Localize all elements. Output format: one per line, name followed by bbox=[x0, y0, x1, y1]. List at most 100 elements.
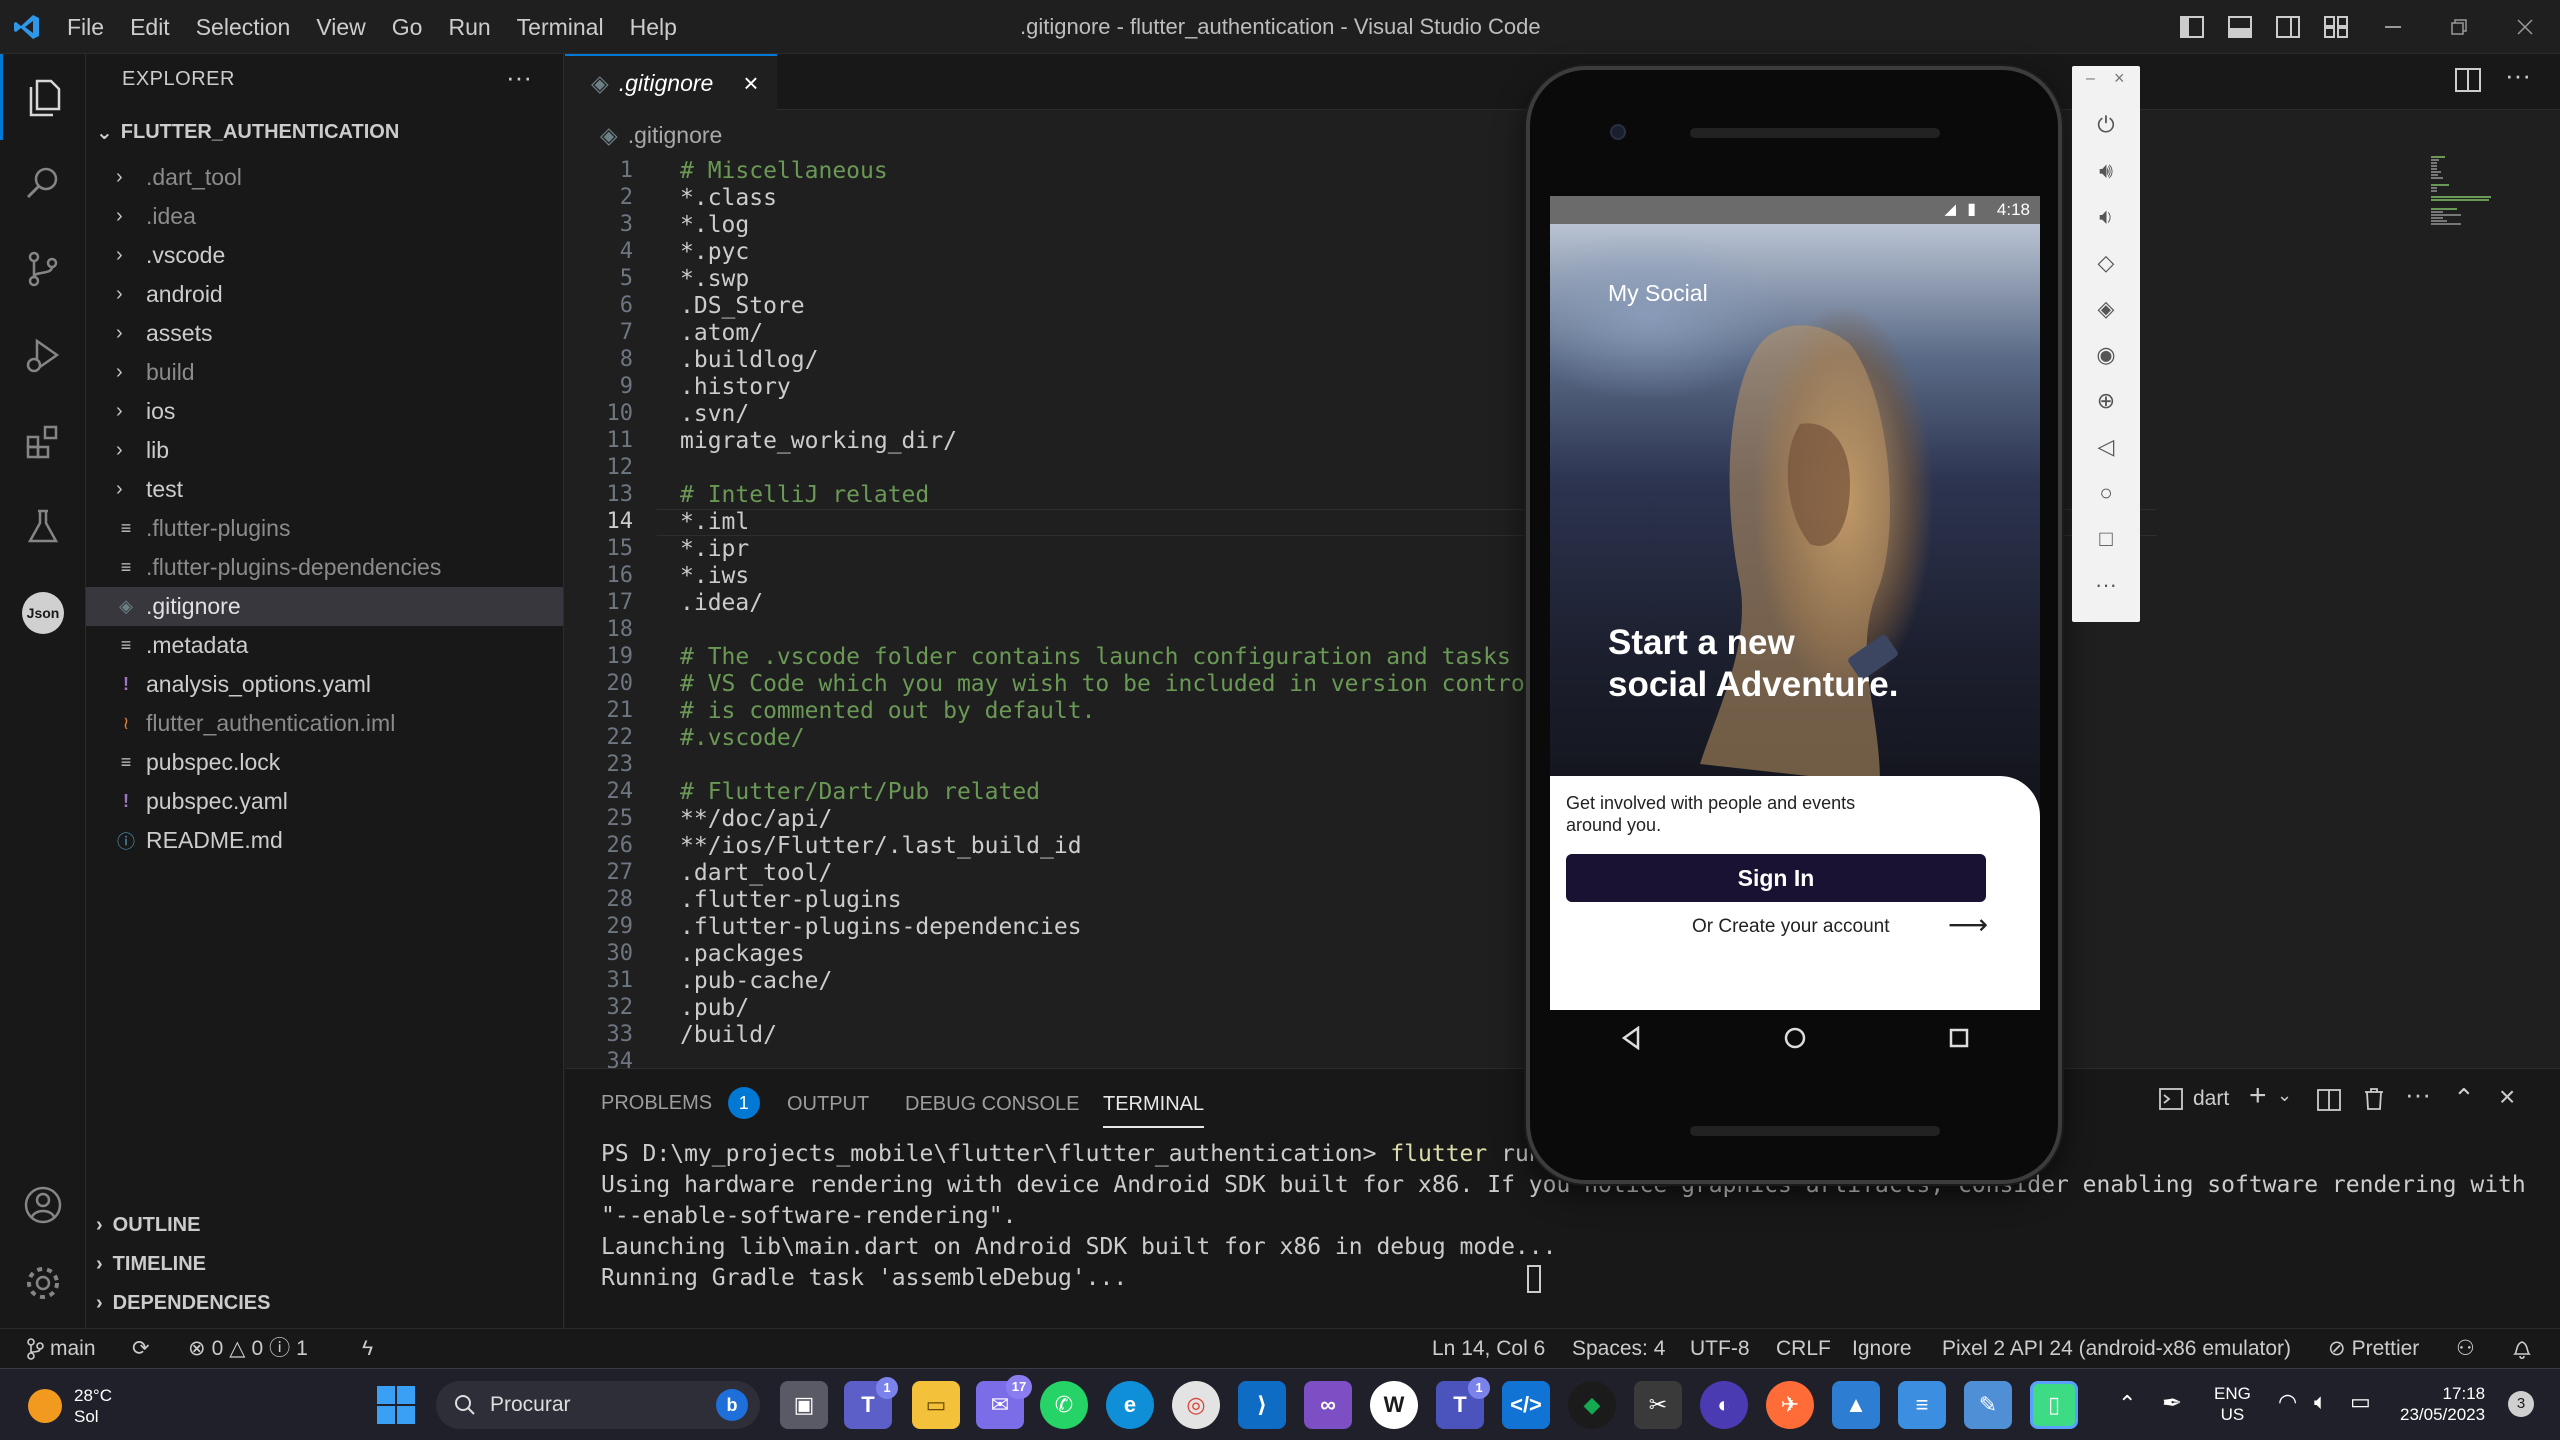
taskbar-search[interactable]: Procurar b bbox=[436, 1381, 760, 1429]
editor-more-icon[interactable]: ··· bbox=[2505, 60, 2531, 91]
tree-file-analysis-options[interactable]: ! analysis_options.yaml bbox=[86, 665, 563, 704]
tree-file-iml[interactable]: ≀ flutter_authentication.iml bbox=[86, 704, 563, 743]
notifications-bell-icon[interactable] bbox=[2512, 1329, 2532, 1369]
notification-count-badge[interactable]: 3 bbox=[2508, 1391, 2534, 1417]
weather-widget[interactable]: 28°C Sol bbox=[28, 1385, 112, 1427]
search-icon[interactable] bbox=[0, 140, 86, 226]
tree-file-flutter-plugins-dependencies[interactable]: ≡ .flutter-plugins-dependencies bbox=[86, 548, 563, 587]
timeline-section[interactable]: › TIMELINE bbox=[96, 1253, 206, 1276]
android-studio-emulator-icon[interactable]: ▯ bbox=[2030, 1381, 2078, 1429]
minimize-icon[interactable] bbox=[2360, 0, 2426, 54]
chevron-down-icon[interactable]: ⌄ bbox=[2277, 1085, 2292, 1106]
notepad-icon[interactable]: ≡ bbox=[1898, 1381, 1946, 1429]
edge-icon[interactable]: e bbox=[1106, 1381, 1154, 1429]
emu-back-icon[interactable]: ◁ bbox=[2072, 424, 2140, 470]
postman-icon[interactable]: ✈ bbox=[1766, 1381, 1814, 1429]
menu-view[interactable]: View bbox=[303, 0, 378, 54]
menu-terminal[interactable]: Terminal bbox=[504, 0, 617, 54]
sync-icon[interactable]: ⟳ bbox=[132, 1329, 150, 1369]
restore-icon[interactable] bbox=[2426, 0, 2492, 54]
snipping-tool-icon[interactable]: ✂ bbox=[1634, 1381, 1682, 1429]
terminal-instance-selector[interactable]: dart bbox=[2159, 1087, 2229, 1111]
menu-edit[interactable]: Edit bbox=[117, 0, 183, 54]
clock[interactable]: 17:18 23/05/2023 bbox=[2400, 1383, 2485, 1425]
json-extension-icon[interactable]: Json bbox=[0, 570, 86, 656]
tree-file-flutter-plugins[interactable]: ≡ .flutter-plugins bbox=[86, 509, 563, 548]
menu-selection[interactable]: Selection bbox=[183, 0, 304, 54]
toggle-primary-sidebar-icon[interactable] bbox=[2168, 0, 2216, 54]
accounts-icon[interactable] bbox=[0, 1162, 86, 1248]
task-view-icon[interactable]: ▣ bbox=[780, 1381, 828, 1429]
visual-studio-icon[interactable]: ∞ bbox=[1304, 1381, 1352, 1429]
emulator-close-icon[interactable]: × bbox=[2114, 68, 2125, 89]
tree-folder-build[interactable]: › build bbox=[86, 353, 563, 392]
tree-folder-ios[interactable]: › ios bbox=[86, 392, 563, 431]
encoding[interactable]: UTF-8 bbox=[1690, 1329, 1750, 1369]
emulator-minimize-icon[interactable]: – bbox=[2086, 70, 2095, 88]
tree-folder-dart-tool[interactable]: › .dart_tool bbox=[86, 158, 563, 197]
tree-folder-vscode[interactable]: › .vscode bbox=[86, 236, 563, 275]
tab-debug-console[interactable]: DEBUG CONSOLE bbox=[905, 1093, 1079, 1116]
split-terminal-icon[interactable] bbox=[2317, 1089, 2341, 1116]
testing-flask-icon[interactable] bbox=[0, 484, 86, 570]
minimap[interactable] bbox=[2423, 150, 2543, 250]
mongodb-compass-icon[interactable]: ◆ bbox=[1568, 1381, 1616, 1429]
wps-icon[interactable]: W bbox=[1370, 1381, 1418, 1429]
battery-tray-icon[interactable]: ▭ bbox=[2350, 1389, 2371, 1415]
tree-file-gitignore[interactable]: ◈ .gitignore bbox=[86, 587, 563, 626]
new-terminal-icon[interactable]: + bbox=[2249, 1079, 2267, 1113]
source-control-icon[interactable] bbox=[0, 226, 86, 312]
indentation[interactable]: Spaces: 4 bbox=[1572, 1329, 1665, 1369]
home-icon[interactable] bbox=[1783, 1026, 1807, 1055]
close-window-icon[interactable] bbox=[2492, 0, 2558, 54]
emu-home-icon[interactable]: ○ bbox=[2072, 470, 2140, 516]
more-actions-icon[interactable]: ··· bbox=[506, 62, 532, 93]
menu-help[interactable]: Help bbox=[617, 0, 690, 54]
split-editor-icon[interactable] bbox=[2455, 68, 2481, 97]
rotate-right-icon[interactable]: ◈ bbox=[2072, 286, 2140, 332]
tree-file-pubspec-lock[interactable]: ≡ pubspec.lock bbox=[86, 743, 563, 782]
close-tab-icon[interactable]: × bbox=[743, 68, 758, 99]
rotate-left-icon[interactable]: ◇ bbox=[2072, 240, 2140, 286]
zoom-icon[interactable]: ⊕ bbox=[2072, 378, 2140, 424]
explorer-icon[interactable] bbox=[0, 54, 86, 140]
chrome-icon[interactable]: ◎ bbox=[1172, 1381, 1220, 1429]
toggle-panel-icon[interactable] bbox=[2216, 0, 2264, 54]
project-folder-header[interactable]: ⌄ FLUTTER_AUTHENTICATION bbox=[96, 120, 399, 145]
tab-terminal[interactable]: TERMINAL bbox=[1103, 1093, 1205, 1128]
close-panel-icon[interactable]: × bbox=[2499, 1081, 2515, 1113]
windows-start-icon[interactable] bbox=[376, 1385, 416, 1430]
tab-output[interactable]: OUTPUT bbox=[787, 1093, 869, 1116]
volume-icon[interactable]: 🔈︎ bbox=[2314, 1389, 2327, 1415]
live-share-icon[interactable]: ⚇ bbox=[2456, 1329, 2475, 1369]
devtools-icon[interactable]: </> bbox=[1502, 1381, 1550, 1429]
file-explorer-icon[interactable]: ▭ bbox=[912, 1381, 960, 1429]
tree-folder-lib[interactable]: › lib bbox=[86, 431, 563, 470]
teams-chat-icon[interactable]: T 1 bbox=[844, 1377, 898, 1429]
tab-problems[interactable]: PROBLEMS 1 bbox=[601, 1087, 760, 1119]
create-account-link[interactable]: Or Create your account bbox=[1692, 916, 1889, 938]
mail-icon[interactable]: ✉ 17 bbox=[976, 1375, 1032, 1429]
breadcrumb-file[interactable]: .gitignore bbox=[628, 122, 723, 149]
pen-icon[interactable]: ✒ bbox=[2162, 1389, 2182, 1418]
problems-status[interactable]: ⊗ 0 △ 0 ⓘ 1 bbox=[188, 1329, 308, 1369]
emu-overview-icon[interactable]: □ bbox=[2072, 516, 2140, 562]
flutter-device[interactable]: Pixel 2 API 24 (android-x86 emulator) bbox=[1942, 1329, 2291, 1369]
language-indicator[interactable]: ENG US bbox=[2214, 1383, 2251, 1425]
prettier-status[interactable]: ⊘ Prettier bbox=[2328, 1329, 2419, 1369]
photos-icon[interactable]: ▲ bbox=[1832, 1381, 1880, 1429]
tray-chevron-up-icon[interactable]: ⌃ bbox=[2118, 1391, 2136, 1417]
maximize-panel-icon[interactable]: ⌃ bbox=[2453, 1083, 2475, 1114]
toggle-secondary-sidebar-icon[interactable] bbox=[2264, 0, 2312, 54]
power-icon[interactable]: ⏻ bbox=[2072, 102, 2140, 148]
wifi-icon[interactable]: ◠ bbox=[2278, 1389, 2297, 1415]
dependencies-section[interactable]: › DEPENDENCIES bbox=[96, 1292, 270, 1315]
sign-in-button[interactable]: Sign In bbox=[1566, 854, 1986, 902]
phone-screen[interactable]: ◢ ▮ 4:18 My Social Start a new social Ad… bbox=[1550, 196, 2040, 1010]
menu-file[interactable]: File bbox=[54, 0, 117, 54]
outline-section[interactable]: › OUTLINE bbox=[96, 1214, 200, 1237]
menu-run[interactable]: Run bbox=[435, 0, 503, 54]
customize-layout-icon[interactable] bbox=[2312, 0, 2360, 54]
tab-gitignore[interactable]: ◈ .gitignore × bbox=[565, 54, 777, 110]
back-icon[interactable] bbox=[1620, 1025, 1642, 1055]
